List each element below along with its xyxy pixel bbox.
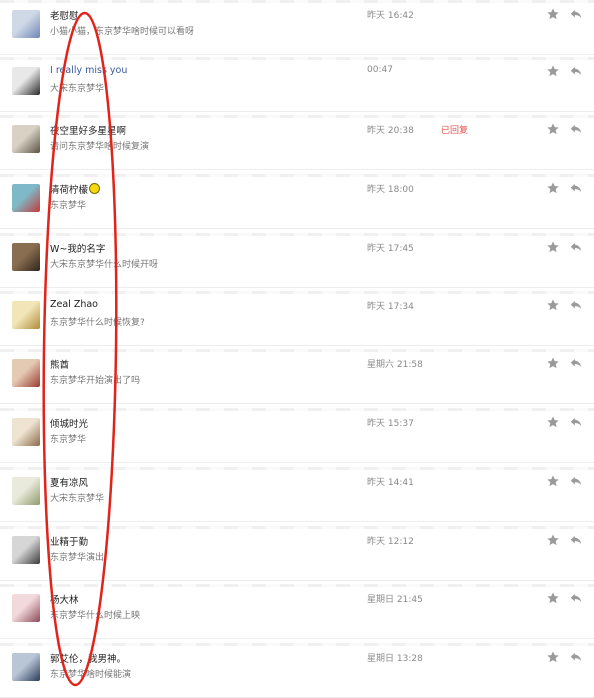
star-icon[interactable] [546,356,560,370]
message-row[interactable]: Zeal Zhao 东京梦华什么时候恢复? 昨天 17:34 [0,291,594,346]
star-icon[interactable] [546,298,560,312]
sender-name[interactable]: Zeal Zhao [50,299,98,310]
sender-name[interactable]: 老慰慰 [50,8,79,22]
message-preview[interactable]: 小猫小猫，东京梦华啥时候可以看呀 [50,24,194,37]
sender-name[interactable]: 倾城时光 [50,416,88,430]
reply-icon[interactable] [569,533,583,547]
reply-icon[interactable] [569,7,583,21]
message-preview[interactable]: 东京梦华啥时候能演 [50,667,131,680]
avatar[interactable] [12,67,40,95]
sender-name[interactable]: 夏有凉风 [50,475,88,489]
sender-name[interactable]: W~我的名字 [50,241,105,255]
sender-name-text: W~我的名字 [50,244,106,255]
sender-name[interactable]: 业精于勤 [50,534,88,548]
sender-name-text: 夜空里好多星星啊 [50,126,127,137]
avatar[interactable] [12,184,40,212]
message-preview[interactable]: 大宋东京梦华 [50,81,104,94]
sender-name-text: 夏有凉风 [50,478,89,489]
message-time: 昨天 20:38 [367,126,414,136]
reply-icon[interactable] [569,415,583,429]
message-row[interactable]: 夜空里好多星星啊请问东京梦华啥时候复演 昨天 20:38 已回复 [0,115,594,170]
avatar[interactable] [12,243,40,271]
star-icon[interactable] [546,415,560,429]
message-row[interactable]: 杨大林东京梦华什么时候上映 星期日 21:45 [0,584,594,639]
star-icon[interactable] [546,474,560,488]
sender-name-text: Zeal Zhao [50,299,98,310]
star-icon[interactable] [546,240,560,254]
sender-name-text: 业精于勤 [50,537,89,548]
message-time: 星期日 21:45 [367,595,423,605]
message-preview[interactable]: 东京梦华什么时候恢复? [50,315,145,328]
message-preview[interactable]: 大宋东京梦华什么时候开呀 [50,257,158,270]
message-preview[interactable]: 请问东京梦华啥时候复演 [50,139,149,152]
avatar[interactable] [12,125,40,153]
star-icon[interactable] [546,64,560,78]
reply-icon[interactable] [569,650,583,664]
message-time: 星期日 13:28 [367,654,423,664]
message-row[interactable]: 夏有凉风大宋东京梦华 昨天 14:41 [0,467,594,522]
message-row[interactable]: 熊酋东京梦华开始演出了吗 星期六 21:58 [0,349,594,404]
message-preview[interactable]: 大宋东京梦华 [50,491,104,504]
sender-name-text: I really miss you [50,65,128,76]
star-icon[interactable] [546,7,560,21]
reply-icon[interactable] [569,64,583,78]
lemon-emoji-icon [89,183,101,194]
star-icon[interactable] [546,591,560,605]
reply-icon[interactable] [569,474,583,488]
star-icon[interactable] [546,122,560,136]
message-preview[interactable]: 东京梦华 [50,198,86,211]
sender-name-text: 杨大林 [50,595,79,606]
star-icon[interactable] [546,181,560,195]
message-preview[interactable]: 东京梦华演出 [50,550,104,563]
sender-name[interactable]: I really miss you [50,65,127,76]
message-preview[interactable]: 东京梦华什么时候上映 [50,608,140,621]
avatar[interactable] [12,536,40,564]
avatar[interactable] [12,653,40,681]
sender-name-text: 老慰慰 [50,11,79,22]
message-preview[interactable]: 东京梦华开始演出了吗 [50,373,140,386]
sender-name-text: 郭艾伦，我男神。 [50,654,127,665]
reply-icon[interactable] [569,356,583,370]
message-row[interactable]: 老慰慰小猫小猫，东京梦华啥时候可以看呀 昨天 16:42 [0,0,594,55]
sender-name[interactable]: 清荷柠檬 [50,182,101,196]
sender-name-text: 清荷柠檬 [50,185,89,196]
message-time: 昨天 18:00 [367,185,414,195]
message-time: 00:47 [367,65,393,75]
avatar[interactable] [12,10,40,38]
reply-icon[interactable] [569,591,583,605]
sender-name[interactable]: 熊酋 [50,357,69,371]
reply-icon[interactable] [569,298,583,312]
message-row[interactable]: 倾城时光东京梦华 昨天 15:37 [0,408,594,463]
sender-name[interactable]: 郭艾伦，我男神。 [50,651,126,665]
message-row[interactable]: I really miss you 大宋东京梦华 00:47 [0,57,594,112]
message-row[interactable]: 清荷柠檬东京梦华 昨天 18:00 [0,174,594,229]
message-time: 昨天 17:45 [367,244,414,254]
star-icon[interactable] [546,533,560,547]
message-time: 昨天 12:12 [367,537,414,547]
sender-name-text: 熊酋 [50,360,70,371]
avatar[interactable] [12,359,40,387]
message-time: 昨天 15:37 [367,419,414,429]
message-time: 星期六 21:58 [367,360,423,370]
avatar[interactable] [12,418,40,446]
sender-name[interactable]: 杨大林 [50,592,79,606]
star-icon[interactable] [546,650,560,664]
sender-name[interactable]: 夜空里好多星星啊 [50,123,126,137]
reply-icon[interactable] [569,181,583,195]
message-preview[interactable]: 东京梦华 [50,432,86,445]
message-time: 昨天 14:41 [367,478,414,488]
sender-name-text: 倾城时光 [50,419,89,430]
reply-icon[interactable] [569,240,583,254]
reply-status-badge: 已回复 [441,126,469,136]
message-row[interactable]: W~我的名字大宋东京梦华什么时候开呀 昨天 17:45 [0,233,594,288]
message-time: 昨天 16:42 [367,11,414,21]
avatar[interactable] [12,477,40,505]
reply-icon[interactable] [569,122,583,136]
avatar[interactable] [12,594,40,622]
message-row[interactable]: 业精于勤东京梦华演出 昨天 12:12 [0,526,594,581]
avatar[interactable] [12,301,40,329]
message-time: 昨天 17:34 [367,302,414,312]
